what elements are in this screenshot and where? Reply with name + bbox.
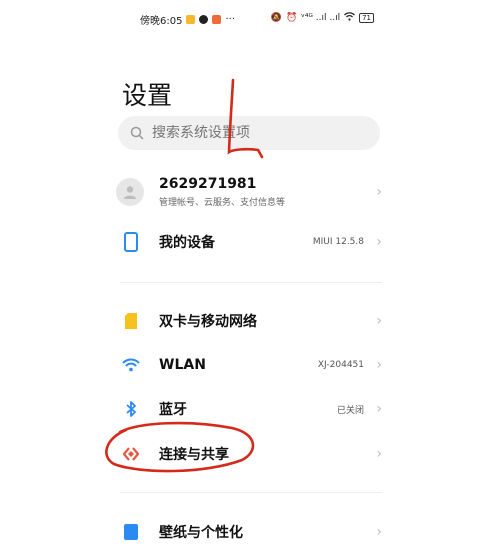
section-divider	[120, 282, 382, 283]
wlan-label: WLAN	[159, 357, 206, 373]
connection-share-label: 连接与共享	[159, 447, 229, 463]
chevron-right-icon: ›	[376, 524, 382, 540]
avatar	[116, 178, 144, 206]
phone-device-icon	[120, 231, 142, 253]
app-notification-icon	[212, 15, 222, 24]
mute-icon: 🔕	[270, 13, 282, 23]
account-subtitle: 管理帐号、云服务、支付信息等	[159, 198, 286, 208]
bluetooth-status: 已关闭	[336, 405, 364, 416]
search-input[interactable]	[152, 125, 352, 141]
my-device-row[interactable]: 我的设备 MIUI 12.5.8 ›	[112, 228, 388, 256]
wallpaper-label: 壁纸与个性化	[159, 525, 243, 541]
wifi-icon	[120, 354, 142, 376]
settings-screen: 傍晚6:05 ··· 🔕 ⏰ ᵛ⁴ᴳ ..ıl ..ıl 71 设置 搜索系统设…	[112, 0, 388, 541]
sim-card-icon	[120, 310, 142, 332]
wallpaper-row[interactable]: 壁纸与个性化 ›	[112, 518, 388, 546]
chevron-right-icon: ›	[376, 357, 382, 373]
notes-app-icon	[186, 15, 196, 24]
miui-version: MIUI 12.5.8	[312, 237, 364, 247]
page-title: 设置	[122, 81, 173, 110]
bluetooth-icon	[120, 398, 142, 420]
bluetooth-label: 蓝牙	[159, 402, 187, 418]
account-row[interactable]: 2629271981 管理帐号、云服务、支付信息等 ›	[112, 172, 388, 212]
bluetooth-row[interactable]: 蓝牙 已关闭 ›	[112, 395, 388, 423]
account-name: 2629271981	[159, 176, 257, 192]
qq-icon	[199, 15, 209, 24]
sim-network-row[interactable]: 双卡与移动网络 ›	[112, 307, 388, 335]
chevron-right-icon: ›	[376, 401, 382, 417]
chevron-right-icon: ›	[376, 184, 382, 200]
chevron-right-icon: ›	[376, 234, 382, 250]
connection-share-icon	[120, 443, 142, 465]
my-device-label: 我的设备	[159, 235, 215, 251]
section-divider	[120, 492, 382, 493]
search-icon	[130, 126, 144, 140]
wlan-network-name: XJ-204451	[317, 360, 364, 370]
battery-icon: 71	[359, 13, 374, 23]
wlan-row[interactable]: WLAN XJ-204451 ›	[112, 351, 388, 379]
chevron-right-icon: ›	[376, 313, 382, 329]
signal-icon: ᵛ⁴ᴳ ..ıl ..ıl	[301, 13, 341, 23]
chevron-right-icon: ›	[376, 446, 382, 462]
search-bar[interactable]	[118, 116, 380, 150]
more-notifications-icon: ···	[225, 14, 236, 25]
wallpaper-icon	[120, 521, 142, 543]
status-bar: 傍晚6:05 ··· 🔕 ⏰ ᵛ⁴ᴳ ..ıl ..ıl 71	[112, 8, 388, 30]
connection-share-row[interactable]: 连接与共享 ›	[112, 440, 388, 468]
sim-network-label: 双卡与移动网络	[159, 314, 257, 330]
alarm-icon: ⏰	[285, 13, 298, 23]
status-time: 傍晚6:05	[140, 16, 183, 27]
wifi-status-icon	[344, 12, 356, 24]
